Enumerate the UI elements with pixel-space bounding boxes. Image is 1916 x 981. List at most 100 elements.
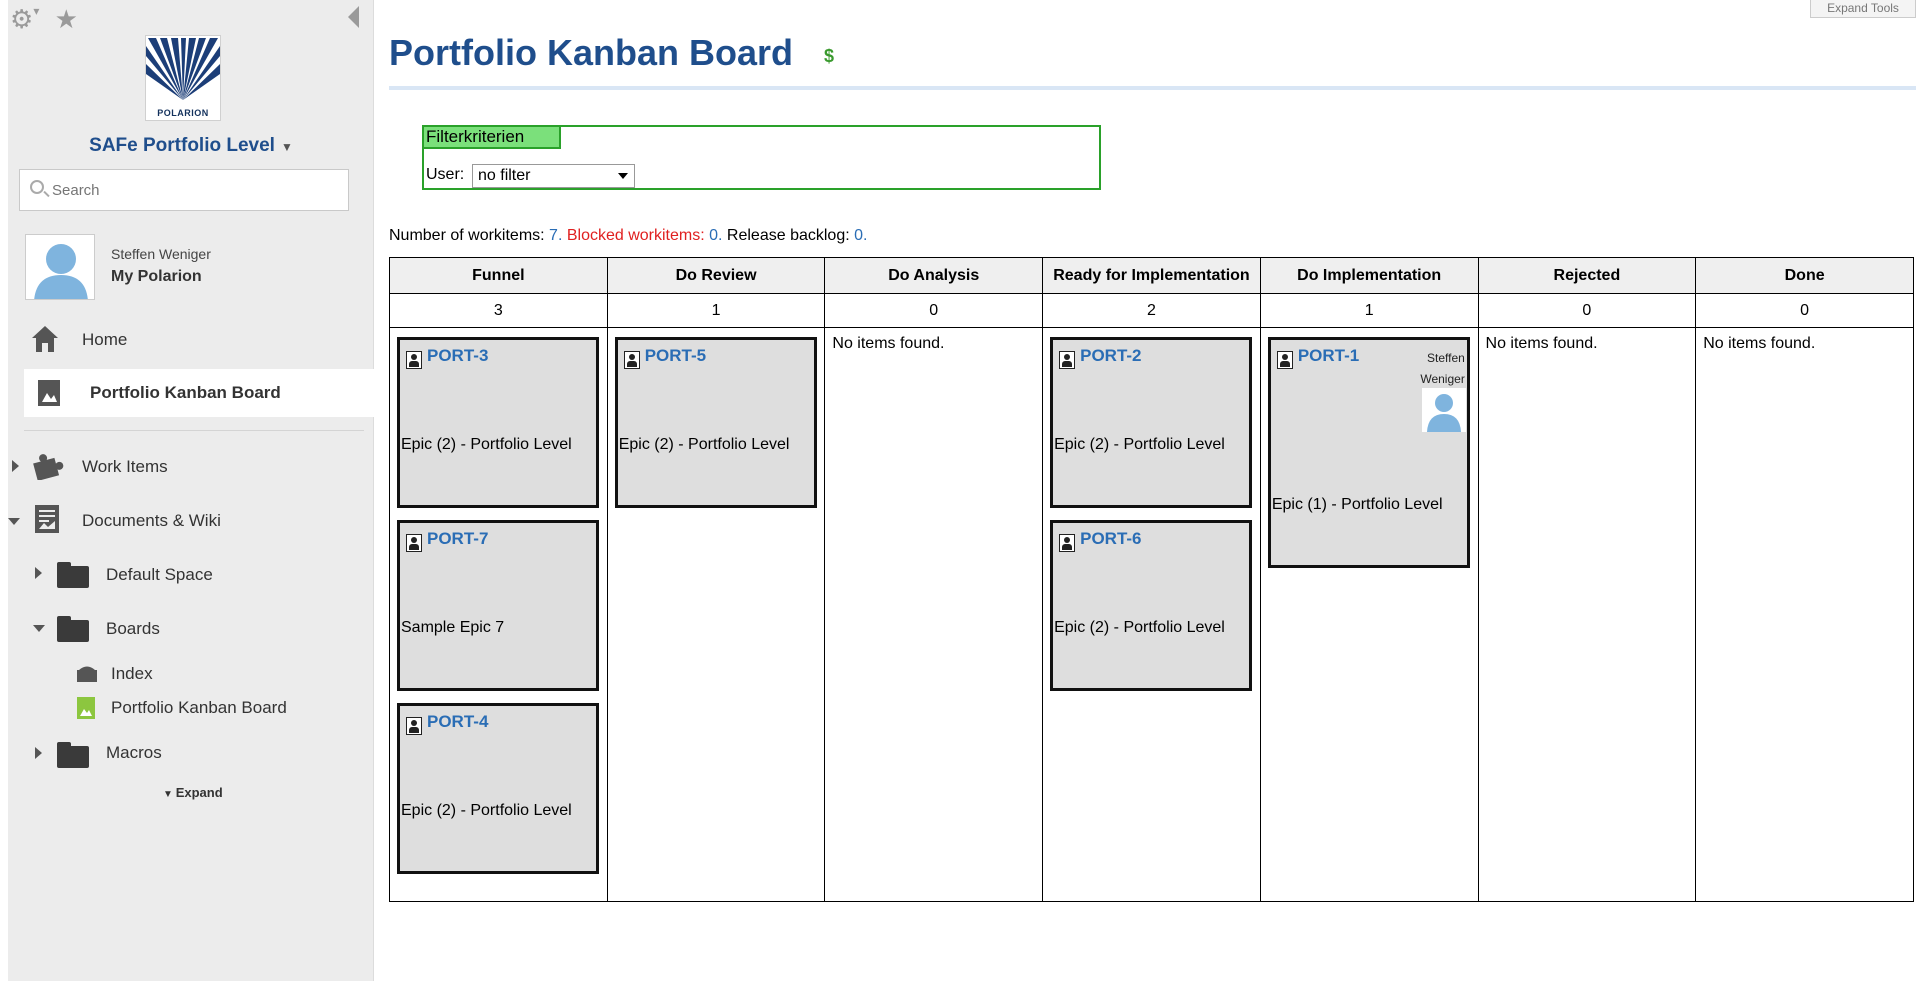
assignee-last-name: Weniger <box>1420 372 1465 386</box>
card-title: Epic (2) - Portfolio Level <box>1054 436 1225 453</box>
column-count: 0 <box>1695 293 1914 328</box>
board-count-row: 3 1 0 2 1 0 0 <box>389 293 1914 328</box>
column-header: Do Implementation <box>1259 257 1479 294</box>
card-title: Epic (2) - Portfolio Level <box>401 436 572 453</box>
expand-label: Expand <box>175 785 223 800</box>
column-funnel: PORT-3 Epic (2) - Portfolio Level PORT-7… <box>389 327 608 902</box>
board-page-icon <box>34 378 64 413</box>
avatar-person-icon <box>1426 394 1461 432</box>
workitems-count: 7. <box>549 227 563 244</box>
filter-user-label: User: <box>426 166 465 183</box>
page-title: Portfolio Kanban Board <box>389 32 793 73</box>
settings-gear-icon[interactable]: ⚙ <box>10 4 33 34</box>
nav-default-space[interactable]: Default Space <box>106 565 213 585</box>
project-selector[interactable]: SAFe Portfolio Level ▼ <box>8 135 374 157</box>
column-rejected: No items found. <box>1477 327 1697 902</box>
card-id-link[interactable]: PORT-4 <box>427 712 488 732</box>
nav-work-items[interactable]: Work Items <box>82 457 168 477</box>
chevron-down-icon <box>618 173 628 179</box>
column-do-review: PORT-5 Epic (2) - Portfolio Level <box>606 327 826 902</box>
board-summary: Number of workitems: 7. Blocked workitem… <box>389 227 867 245</box>
card-title: Sample Epic 7 <box>401 619 505 636</box>
assignee-first-name: Steffen <box>1427 351 1465 365</box>
epic-type-icon <box>1059 534 1076 552</box>
card-title: Epic (2) - Portfolio Level <box>401 802 572 819</box>
expand-link[interactable]: ▼ Expand <box>163 785 223 800</box>
column-count: 1 <box>606 293 826 328</box>
backlog-label: Release backlog: <box>726 227 850 244</box>
kanban-card[interactable]: PORT-6 Epic (2) - Portfolio Level <box>1050 520 1253 691</box>
card-id-link[interactable]: PORT-6 <box>1080 529 1141 549</box>
folder-icon <box>57 616 89 642</box>
nav-home[interactable]: Home <box>82 330 127 350</box>
toolbar-icons: ⚙▾ ★ <box>10 4 78 35</box>
user-filter-select[interactable]: no filter <box>472 164 635 188</box>
column-header: Funnel <box>389 257 608 294</box>
project-dropdown-icon: ▼ <box>280 140 293 154</box>
collapse-documents-icon[interactable] <box>8 518 20 525</box>
refresh-icon[interactable]: $ <box>824 46 834 67</box>
kanban-card[interactable]: PORT-1 Steffen Weniger Epic (1) - Portfo… <box>1267 337 1470 568</box>
puzzle-icon <box>30 450 64 485</box>
user-filter-value: no filter <box>478 167 531 184</box>
kanban-card[interactable]: PORT-5 Epic (2) - Portfolio Level <box>614 337 817 508</box>
sidebar-divider <box>24 430 364 431</box>
kanban-card[interactable]: PORT-3 Epic (2) - Portfolio Level <box>397 337 599 508</box>
board-header-row: Funnel Do Review Do Analysis Ready for I… <box>389 257 1914 294</box>
user-avatar[interactable] <box>25 234 95 300</box>
column-count: 0 <box>1477 293 1697 328</box>
logo-text: POLARION <box>157 108 209 118</box>
nav-documents-wiki[interactable]: Documents & Wiki <box>82 511 221 531</box>
column-count: 3 <box>389 293 608 328</box>
column-ready-for-implementation: PORT-2 Epic (2) - Portfolio Level PORT-6… <box>1042 327 1261 902</box>
sidebar: ⚙▾ ★ POLARION SAFe Portfolio Level ▼ Sea… <box>8 0 374 981</box>
collapse-sidebar-icon[interactable] <box>348 6 359 28</box>
card-id-link[interactable]: PORT-5 <box>645 346 706 366</box>
column-header: Do Analysis <box>824 257 1044 294</box>
kanban-card[interactable]: PORT-4 Epic (2) - Portfolio Level <box>397 703 599 874</box>
project-name: SAFe Portfolio Level <box>89 135 275 156</box>
nav-boards-portfolio[interactable]: Portfolio Kanban Board <box>111 698 287 718</box>
expand-macros-icon[interactable] <box>35 747 42 759</box>
favorite-star-icon[interactable]: ★ <box>55 4 78 34</box>
nav-macros[interactable]: Macros <box>106 743 162 763</box>
column-header: Done <box>1695 257 1914 294</box>
assignee-avatar <box>1421 388 1466 432</box>
kanban-card[interactable]: PORT-7 Sample Epic 7 <box>397 520 599 691</box>
search-box <box>19 169 349 211</box>
nav-index[interactable]: Index <box>111 664 153 684</box>
card-id-link[interactable]: PORT-3 <box>427 346 488 366</box>
expand-default-space-icon[interactable] <box>35 567 42 579</box>
folder-icon <box>57 742 89 768</box>
kanban-board: Funnel Do Review Do Analysis Ready for I… <box>389 257 1914 902</box>
column-header: Ready for Implementation <box>1042 257 1261 294</box>
column-count: 1 <box>1259 293 1479 328</box>
epic-type-icon <box>406 717 422 735</box>
kanban-card[interactable]: PORT-2 Epic (2) - Portfolio Level <box>1050 337 1253 508</box>
card-id-link[interactable]: PORT-7 <box>427 529 488 549</box>
expand-work-items-icon[interactable] <box>12 460 19 472</box>
nav-boards[interactable]: Boards <box>106 619 160 639</box>
polarion-logo: POLARION <box>145 35 221 121</box>
epic-type-icon <box>1276 351 1293 369</box>
collapse-boards-icon[interactable] <box>33 625 45 632</box>
nav-portfolio-board[interactable]: Portfolio Kanban Board <box>90 383 281 403</box>
avatar-person-icon <box>34 244 88 299</box>
search-icon <box>30 180 44 194</box>
index-page-icon <box>76 664 98 689</box>
epic-type-icon <box>406 534 422 552</box>
my-polarion-link[interactable]: My Polarion <box>111 268 202 286</box>
epic-type-icon <box>623 351 640 369</box>
expand-tools-button[interactable]: Expand Tools <box>1810 0 1916 18</box>
search-input[interactable] <box>52 180 332 200</box>
no-items-message: No items found. <box>1703 335 1816 352</box>
card-assignee: Steffen Weniger <box>1409 348 1465 390</box>
epic-type-icon <box>1059 351 1076 369</box>
card-id-link[interactable]: PORT-1 <box>1298 346 1359 366</box>
column-do-implementation: PORT-1 Steffen Weniger Epic (1) - Portfo… <box>1259 327 1479 902</box>
settings-caret-icon[interactable]: ▾ <box>33 4 39 18</box>
column-count: 0 <box>824 293 1044 328</box>
card-id-link[interactable]: PORT-2 <box>1080 346 1141 366</box>
no-items-message: No items found. <box>1485 335 1598 352</box>
column-header: Rejected <box>1477 257 1697 294</box>
